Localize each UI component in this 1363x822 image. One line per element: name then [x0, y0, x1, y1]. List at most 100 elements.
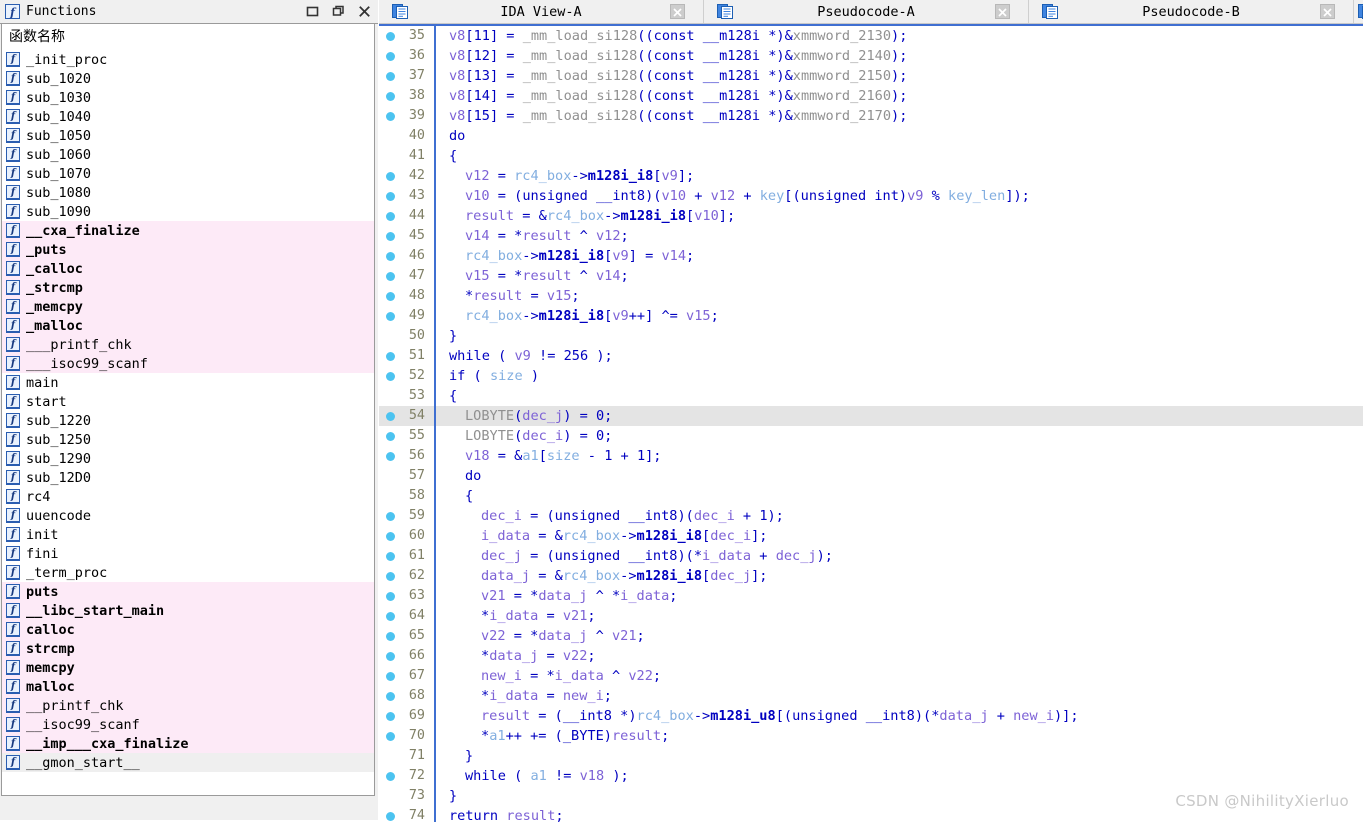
code-line[interactable]: 50} — [379, 326, 1363, 346]
breakpoint-dot-icon[interactable] — [386, 652, 395, 661]
function-list-item[interactable]: f__gmon_start__ — [2, 753, 374, 772]
function-list-item[interactable]: f___printf_chk — [2, 335, 374, 354]
code-line[interactable]: 55LOBYTE(dec_i) = 0; — [379, 426, 1363, 446]
restore-button[interactable] — [332, 5, 345, 18]
code-line[interactable]: 46rc4_box->m128i_i8[v9] = v14; — [379, 246, 1363, 266]
close-icon[interactable] — [670, 4, 685, 19]
code-line[interactable]: 43v10 = (unsigned __int8)(v10 + v12 + ke… — [379, 186, 1363, 206]
function-list-item[interactable]: fsub_1220 — [2, 411, 374, 430]
breakpoint-dot-icon[interactable] — [386, 112, 395, 121]
function-list-item[interactable]: fsub_1050 — [2, 126, 374, 145]
breakpoint-dot-icon[interactable] — [386, 32, 395, 41]
functions-list[interactable]: 函数名称 f_init_procfsub_1020fsub_1030fsub_1… — [1, 24, 375, 796]
function-list-item[interactable]: frc4 — [2, 487, 374, 506]
tab-pseudocode-b[interactable]: Pseudocode-B — [1029, 0, 1354, 23]
function-list-item[interactable]: fputs — [2, 582, 374, 601]
function-list-item[interactable]: fsub_1250 — [2, 430, 374, 449]
function-list-item[interactable]: fstart — [2, 392, 374, 411]
tab-overflow[interactable] — [1354, 0, 1363, 23]
function-list-item[interactable]: fcalloc — [2, 620, 374, 639]
breakpoint-dot-icon[interactable] — [386, 292, 395, 301]
code-line[interactable]: 61dec_j = (unsigned __int8)(*i_data + de… — [379, 546, 1363, 566]
breakpoint-dot-icon[interactable] — [386, 592, 395, 601]
code-line[interactable]: 66*data_j = v22; — [379, 646, 1363, 666]
function-list-item[interactable]: fsub_1040 — [2, 107, 374, 126]
breakpoint-dot-icon[interactable] — [386, 252, 395, 261]
code-line[interactable]: 37v8[13] = _mm_load_si128((const __m128i… — [379, 66, 1363, 86]
code-line[interactable]: 63v21 = *data_j ^ *i_data; — [379, 586, 1363, 606]
function-list-item[interactable]: fsub_1290 — [2, 449, 374, 468]
close-icon[interactable] — [1320, 4, 1335, 19]
breakpoint-dot-icon[interactable] — [386, 412, 395, 421]
code-line[interactable]: 36v8[12] = _mm_load_si128((const __m128i… — [379, 46, 1363, 66]
code-line[interactable]: 35v8[11] = _mm_load_si128((const __m128i… — [379, 26, 1363, 46]
function-list-item[interactable]: fsub_1070 — [2, 164, 374, 183]
breakpoint-dot-icon[interactable] — [386, 452, 395, 461]
breakpoint-dot-icon[interactable] — [386, 612, 395, 621]
breakpoint-dot-icon[interactable] — [386, 632, 395, 641]
code-line[interactable]: 40do — [379, 126, 1363, 146]
breakpoint-dot-icon[interactable] — [386, 572, 395, 581]
code-line[interactable]: 57do — [379, 466, 1363, 486]
close-icon[interactable] — [358, 5, 371, 18]
code-line[interactable]: 65v22 = *data_j ^ v21; — [379, 626, 1363, 646]
function-list-item[interactable]: f_init_proc — [2, 50, 374, 69]
breakpoint-dot-icon[interactable] — [386, 552, 395, 561]
function-list-item[interactable]: f__libc_start_main — [2, 601, 374, 620]
code-line[interactable]: 59dec_i = (unsigned __int8)(dec_i + 1); — [379, 506, 1363, 526]
breakpoint-dot-icon[interactable] — [386, 732, 395, 741]
code-line[interactable]: 42v12 = rc4_box->m128i_i8[v9]; — [379, 166, 1363, 186]
function-list-item[interactable]: fstrcmp — [2, 639, 374, 658]
function-list-item[interactable]: f__cxa_finalize — [2, 221, 374, 240]
code-line[interactable]: 44result = &rc4_box->m128i_i8[v10]; — [379, 206, 1363, 226]
breakpoint-dot-icon[interactable] — [386, 672, 395, 681]
function-list-item[interactable]: finit — [2, 525, 374, 544]
breakpoint-dot-icon[interactable] — [386, 92, 395, 101]
function-list-item[interactable]: fsub_12D0 — [2, 468, 374, 487]
code-line[interactable]: 51while ( v9 != 256 ); — [379, 346, 1363, 366]
breakpoint-dot-icon[interactable] — [386, 352, 395, 361]
breakpoint-dot-icon[interactable] — [386, 72, 395, 81]
function-list-item[interactable]: ffini — [2, 544, 374, 563]
code-line[interactable]: 52if ( size ) — [379, 366, 1363, 386]
maximize-button[interactable] — [306, 5, 319, 18]
breakpoint-dot-icon[interactable] — [386, 372, 395, 381]
function-list-item[interactable]: f_strcmp — [2, 278, 374, 297]
breakpoint-dot-icon[interactable] — [386, 192, 395, 201]
function-list-item[interactable]: f___isoc99_scanf — [2, 354, 374, 373]
tab-ida-view-a[interactable]: IDA View-A — [379, 0, 704, 23]
breakpoint-dot-icon[interactable] — [386, 312, 395, 321]
code-line[interactable]: 56v18 = &a1[size - 1 + 1]; — [379, 446, 1363, 466]
code-line[interactable]: 58{ — [379, 486, 1363, 506]
code-line[interactable]: 45v14 = *result ^ v12; — [379, 226, 1363, 246]
function-list-item[interactable]: fuuencode — [2, 506, 374, 525]
function-list-item[interactable]: fmemcpy — [2, 658, 374, 677]
code-line[interactable]: 71} — [379, 746, 1363, 766]
code-line[interactable]: 38v8[14] = _mm_load_si128((const __m128i… — [379, 86, 1363, 106]
function-list-item[interactable]: fsub_1030 — [2, 88, 374, 107]
code-line[interactable]: 64*i_data = v21; — [379, 606, 1363, 626]
pseudocode-view[interactable]: 35v8[11] = _mm_load_si128((const __m128i… — [379, 24, 1363, 822]
code-line[interactable]: 67new_i = *i_data ^ v22; — [379, 666, 1363, 686]
function-list-item[interactable]: f__isoc99_scanf — [2, 715, 374, 734]
function-list-item[interactable]: fsub_1060 — [2, 145, 374, 164]
function-list-item[interactable]: f_puts — [2, 240, 374, 259]
code-line[interactable]: 53{ — [379, 386, 1363, 406]
tab-pseudocode-a[interactable]: Pseudocode-A — [704, 0, 1029, 23]
function-list-item[interactable]: fsub_1020 — [2, 69, 374, 88]
code-line[interactable]: 41{ — [379, 146, 1363, 166]
code-line[interactable]: 48*result = v15; — [379, 286, 1363, 306]
close-icon[interactable] — [995, 4, 1010, 19]
code-line[interactable]: 39v8[15] = _mm_load_si128((const __m128i… — [379, 106, 1363, 126]
code-line[interactable]: 62data_j = &rc4_box->m128i_i8[dec_j]; — [379, 566, 1363, 586]
breakpoint-dot-icon[interactable] — [386, 52, 395, 61]
code-line[interactable]: 70*a1++ += (_BYTE)result; — [379, 726, 1363, 746]
breakpoint-dot-icon[interactable] — [386, 532, 395, 541]
function-list-item[interactable]: fmain — [2, 373, 374, 392]
function-list-item[interactable]: f__printf_chk — [2, 696, 374, 715]
code-line[interactable]: 49rc4_box->m128i_i8[v9++] ^= v15; — [379, 306, 1363, 326]
code-line[interactable]: 60i_data = &rc4_box->m128i_i8[dec_i]; — [379, 526, 1363, 546]
function-list-item[interactable]: f_memcpy — [2, 297, 374, 316]
code-line[interactable]: 72while ( a1 != v18 ); — [379, 766, 1363, 786]
breakpoint-dot-icon[interactable] — [386, 772, 395, 781]
